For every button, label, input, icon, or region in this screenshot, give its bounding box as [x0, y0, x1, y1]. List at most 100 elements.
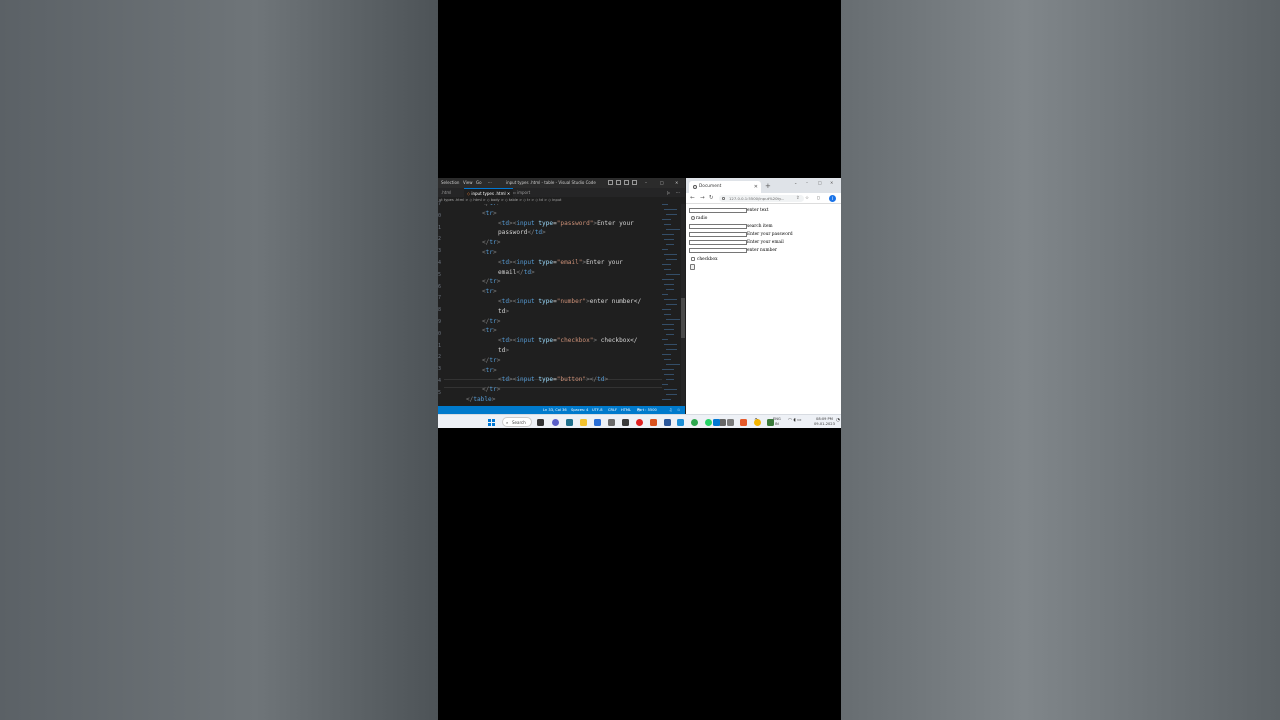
minimap-line: [662, 279, 674, 280]
feedback-icon[interactable]: ♲: [677, 406, 680, 414]
code-line[interactable]: <td><input type="button"></td>: [498, 376, 608, 383]
code-line[interactable]: <tr>: [482, 288, 497, 295]
wifi-icon[interactable]: ◠ ◖ ▭: [788, 418, 801, 424]
minimap[interactable]: [662, 204, 680, 406]
status-spaces[interactable]: Spaces: 4: [571, 406, 588, 414]
tab-input-types[interactable]: ◇ input types .html ✕: [464, 188, 514, 197]
status-language[interactable]: HTML: [621, 406, 631, 414]
taskbar-search[interactable]: ⌕ Search: [502, 417, 532, 427]
chevron-down-icon[interactable]: ⌄: [794, 180, 797, 185]
code-line[interactable]: </tr>: [482, 239, 500, 246]
reload-icon[interactable]: ↻: [709, 194, 714, 203]
maximize-icon[interactable]: □: [660, 178, 664, 188]
email-input[interactable]: [689, 240, 747, 245]
line-number: 9: [438, 319, 442, 325]
new-tab-icon[interactable]: +: [765, 181, 771, 191]
address-bar[interactable]: 127.0.0.1:5500/input%20ty...: [719, 195, 804, 202]
code-editor[interactable]: </tr><tr><td><input type="password">Ente…: [444, 204, 662, 406]
app3-icon[interactable]: [740, 418, 747, 426]
status-position[interactable]: Ln 33, Col 36: [543, 406, 567, 414]
photos-icon[interactable]: [608, 418, 615, 426]
number-input[interactable]: [689, 248, 747, 253]
layout-panel-icon[interactable]: [608, 180, 613, 185]
app-icon[interactable]: [719, 418, 726, 426]
code-line[interactable]: </tr>: [482, 204, 500, 207]
minimap-line: [666, 244, 674, 245]
task-view-icon[interactable]: [537, 418, 544, 426]
line-number: 2: [438, 236, 442, 243]
browser-tab-document[interactable]: Document ✕: [689, 181, 761, 193]
chat-icon[interactable]: [552, 418, 559, 426]
code-line[interactable]: <td><input type="email">Enter your: [498, 259, 623, 266]
forward-icon[interactable]: →: [700, 194, 705, 203]
widget-icon[interactable]: [566, 418, 573, 426]
status-eol[interactable]: CRLF: [608, 406, 617, 414]
word-icon[interactable]: [664, 418, 671, 426]
vscode-taskbar-icon[interactable]: [713, 418, 720, 426]
minimize-icon[interactable]: –: [806, 180, 808, 185]
sidepanel-icon[interactable]: ▯: [817, 194, 819, 203]
radio-input[interactable]: [691, 216, 695, 220]
code-line[interactable]: </table>: [466, 396, 495, 403]
green-app-icon[interactable]: [691, 418, 698, 426]
editor-scrollbar-thumb[interactable]: [681, 298, 685, 338]
menu-more[interactable]: ···: [488, 178, 492, 188]
menu-selection[interactable]: Selection: [441, 178, 459, 188]
text-input[interactable]: [689, 208, 747, 213]
code-line[interactable]: <td><input type="number">enter number</: [498, 298, 641, 305]
windows-start-icon[interactable]: [488, 419, 495, 426]
youtube-icon[interactable]: [636, 418, 643, 426]
empty-button[interactable]: [690, 264, 695, 270]
info-icon: [722, 196, 725, 200]
status-encoding[interactable]: UTF-8: [592, 406, 602, 414]
minimize-icon[interactable]: –: [645, 178, 647, 188]
profile-avatar[interactable]: I: [829, 195, 836, 202]
code-line[interactable]: <tr>: [482, 210, 497, 217]
file-explorer-icon[interactable]: [580, 418, 587, 426]
close-icon[interactable]: ✕: [675, 178, 678, 188]
layout-secondary-icon[interactable]: [624, 180, 629, 185]
notification-bell-icon[interactable]: ◔: [836, 418, 840, 424]
code-line[interactable]: <tr>: [482, 249, 497, 256]
notifications-icon[interactable]: ♫: [669, 406, 672, 414]
tab-html[interactable]: .html: [438, 188, 454, 197]
share-icon[interactable]: ⇪: [796, 194, 800, 203]
clock[interactable]: 08:09 PM 09-01-2023: [814, 417, 835, 426]
back-icon[interactable]: ←: [690, 194, 695, 203]
breadcrumb[interactable]: ut types .html > ◇ html > ◇ body > ◇ tab…: [438, 197, 685, 204]
terminal-icon[interactable]: [622, 418, 629, 426]
tab-close-icon[interactable]: ✕: [754, 181, 758, 193]
code-line[interactable]: <td><input type="checkbox"> checkbox</: [498, 337, 637, 344]
code-line[interactable]: </tr>: [482, 318, 500, 325]
more-actions-icon[interactable]: ···: [676, 188, 680, 197]
layout-custom-icon[interactable]: [632, 180, 637, 185]
checkbox-input[interactable]: [691, 257, 695, 261]
code-line[interactable]: password</td>: [498, 229, 546, 236]
language-indicator[interactable]: ENG IN: [773, 417, 781, 426]
code-line[interactable]: <tr>: [482, 367, 497, 374]
code-line[interactable]: td>: [498, 347, 509, 354]
search-input[interactable]: [689, 224, 747, 229]
menu-go[interactable]: Go: [476, 178, 482, 188]
star-icon[interactable]: ☆: [805, 194, 809, 203]
run-icon[interactable]: ▷: [667, 188, 670, 197]
app2-icon[interactable]: [727, 418, 734, 426]
code-line[interactable]: </tr>: [482, 357, 500, 364]
maximize-icon[interactable]: □: [818, 180, 822, 185]
code-line[interactable]: <td><input type="password">Enter your: [498, 220, 634, 227]
chevron-up-icon[interactable]: ^: [754, 419, 758, 424]
store-icon[interactable]: [594, 418, 601, 426]
office-icon[interactable]: [650, 418, 657, 426]
outlook-icon[interactable]: [677, 418, 684, 426]
menu-view[interactable]: View: [463, 178, 473, 188]
code-line[interactable]: td>: [498, 308, 509, 315]
code-line[interactable]: </tr>: [482, 278, 500, 285]
browser-tab-bar: Document ✕ + ⌄ – □ ✕: [686, 178, 841, 193]
tab-import[interactable]: ▫ import: [510, 188, 533, 197]
password-input[interactable]: [689, 232, 747, 237]
close-icon[interactable]: ✕: [830, 180, 833, 185]
code-line[interactable]: email</td>: [498, 269, 535, 276]
code-line[interactable]: </tr>: [482, 386, 500, 393]
code-line[interactable]: <tr>: [482, 327, 497, 334]
layout-sidebar-icon[interactable]: [616, 180, 621, 185]
